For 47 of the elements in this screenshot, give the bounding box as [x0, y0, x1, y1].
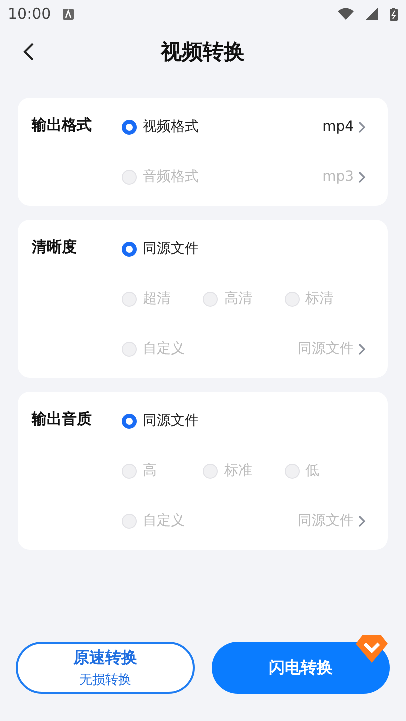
page-title: 视频转换	[161, 39, 245, 66]
radio-button[interactable]	[122, 120, 137, 134]
convert-button[interactable]: 闪电转换	[212, 642, 390, 694]
option-value[interactable]: 同源文件	[298, 340, 354, 358]
radio-option[interactable]: 标准	[203, 462, 285, 480]
option-label: 高清	[224, 290, 252, 308]
option-label: 同源文件	[143, 412, 199, 430]
option-value[interactable]: mp4	[322, 119, 354, 135]
convert-button[interactable]: 原速转换 无损转换	[16, 642, 194, 694]
option-value[interactable]: mp3	[322, 169, 354, 185]
status-time: 10:00	[8, 5, 52, 23]
section-title: 输出音质	[32, 410, 93, 430]
radio-option[interactable]: 低	[284, 462, 366, 480]
radio-option[interactable]: 高清	[203, 290, 285, 308]
radio-option[interactable]: 同源文件	[122, 240, 366, 258]
option-label: 低	[306, 462, 320, 480]
option-label: 自定义	[143, 340, 185, 358]
radio-option[interactable]: 自定义	[122, 512, 298, 530]
option-label: 同源文件	[143, 240, 199, 258]
radio-option[interactable]: 音频格式	[122, 168, 323, 186]
option-label: 自定义	[143, 512, 185, 530]
back-icon[interactable]	[22, 42, 36, 62]
radio-option[interactable]: 标清	[284, 290, 366, 308]
option-label: 视频格式	[143, 118, 199, 136]
notification-icon	[63, 8, 74, 20]
battery-icon	[390, 8, 398, 20]
option-label: 超清	[143, 290, 171, 308]
option-label: 高	[143, 462, 157, 480]
chevron-right-icon	[358, 170, 366, 184]
radio-button[interactable]	[122, 242, 137, 256]
chevron-right-icon	[358, 120, 366, 134]
option-label: 音频格式	[143, 168, 199, 186]
wifi-icon	[338, 8, 354, 20]
radio-option[interactable]: 自定义	[122, 340, 298, 358]
radio-option[interactable]: 同源文件	[122, 412, 366, 430]
signal-icon	[366, 8, 378, 20]
radio-option[interactable]: 高	[122, 462, 204, 480]
chevron-right-icon	[358, 514, 366, 528]
option-label: 标准	[224, 462, 252, 480]
chevron-right-icon	[358, 342, 366, 356]
option-label: 标清	[306, 290, 334, 308]
option-value[interactable]: 同源文件	[298, 512, 354, 530]
radio-button[interactable]	[122, 414, 137, 428]
radio-option[interactable]: 视频格式	[122, 118, 323, 136]
section-title: 输出格式	[32, 116, 93, 136]
radio-option[interactable]: 超清	[122, 290, 204, 308]
section-title: 清晰度	[32, 238, 78, 258]
